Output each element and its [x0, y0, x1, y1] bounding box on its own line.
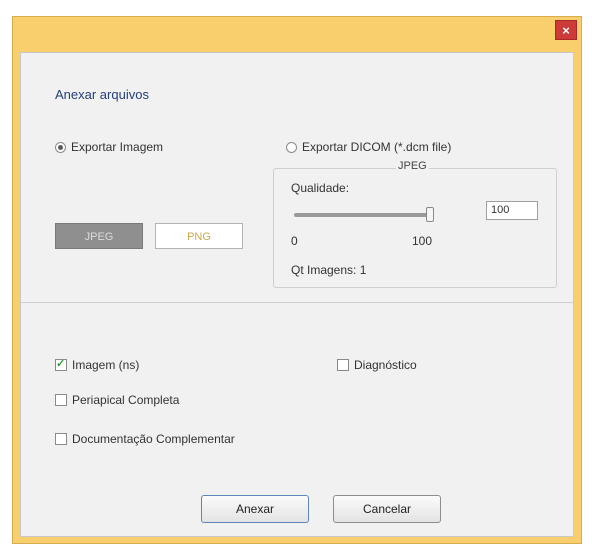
section-divider: [21, 302, 573, 303]
quality-slider-thumb[interactable]: [426, 207, 434, 222]
documentacao-checkbox[interactable]: [55, 433, 67, 445]
section-title: Anexar arquivos: [55, 87, 149, 102]
periapical-label: Periapical Completa: [72, 393, 180, 407]
diagnostico-label: Diagnóstico: [354, 358, 417, 372]
quality-input[interactable]: 100: [486, 201, 538, 220]
periapical-option[interactable]: Periapical Completa: [55, 393, 179, 407]
documentacao-label: Documentação Complementar: [72, 432, 235, 446]
imagem-label: Imagem (ns): [72, 358, 140, 372]
png-format-button[interactable]: PNG: [155, 223, 243, 249]
diagnostico-option[interactable]: Diagnóstico: [337, 358, 417, 372]
quality-max-label: 100: [412, 234, 433, 248]
imagem-option[interactable]: Imagem (ns): [55, 357, 140, 372]
attach-button[interactable]: Anexar: [201, 495, 309, 523]
documentacao-option[interactable]: Documentação Complementar: [55, 432, 235, 446]
jpeg-group-title: JPEG: [396, 160, 429, 172]
dialog-body: Anexar arquivos Exportar Imagem Exportar…: [20, 52, 574, 537]
close-button[interactable]: ×: [555, 20, 577, 40]
quality-slider-track[interactable]: [294, 213, 430, 217]
export-image-radio[interactable]: [55, 141, 66, 153]
export-image-option[interactable]: Exportar Imagem: [55, 140, 163, 154]
imagem-checkbox[interactable]: [55, 357, 67, 371]
export-dicom-label: Exportar DICOM (*.dcm file): [302, 140, 452, 154]
quality-label: Qualidade:: [291, 181, 350, 195]
diagnostico-checkbox[interactable]: [337, 359, 349, 371]
export-dicom-option[interactable]: Exportar DICOM (*.dcm file): [286, 140, 451, 154]
dialog-window: × Anexar arquivos Exportar Imagem Export…: [12, 16, 582, 544]
jpeg-format-button[interactable]: JPEG: [55, 223, 143, 249]
cancel-button[interactable]: Cancelar: [333, 495, 441, 523]
quality-min-label: 0: [291, 234, 298, 248]
image-count-label: Qt Imagens: 1: [291, 263, 367, 277]
periapical-checkbox[interactable]: [55, 394, 67, 406]
export-dicom-radio[interactable]: [286, 141, 297, 153]
export-image-label: Exportar Imagem: [71, 140, 164, 154]
